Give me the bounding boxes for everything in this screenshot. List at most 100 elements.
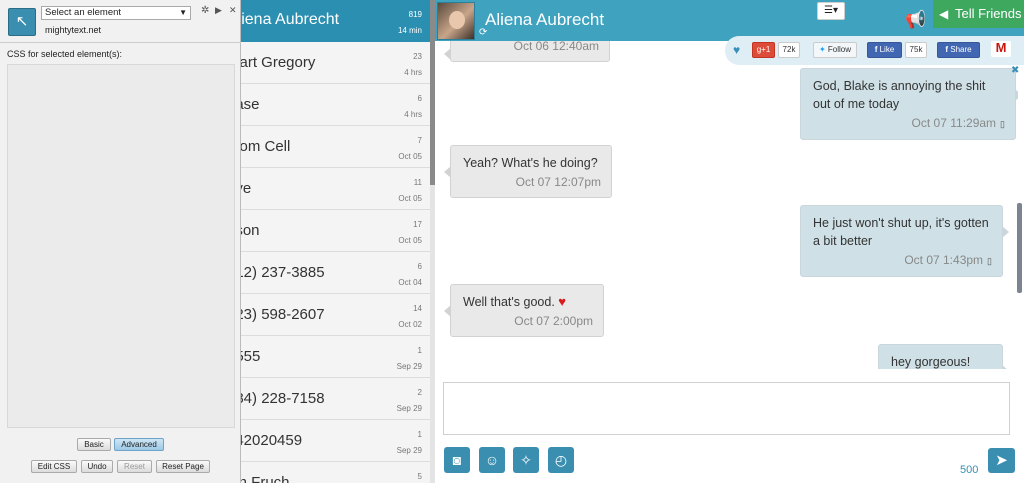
phone-icon: ▯	[1000, 119, 1005, 129]
facebook-share-button[interactable]: f Share	[937, 42, 980, 58]
send-button[interactable]: ➤	[988, 448, 1015, 473]
message-text: Well that's good.	[463, 295, 555, 309]
camera-icon[interactable]: ◙	[444, 447, 470, 473]
contact-count: 1	[417, 346, 422, 355]
heart-icon: ♥	[733, 43, 741, 57]
contact-time: Sep 29	[396, 446, 422, 455]
megaphone-icon: ◀	[939, 7, 949, 21]
message-input[interactable]	[443, 382, 1010, 435]
contact-time: Oct 02	[398, 320, 422, 329]
twitter-bird-icon: ✦	[818, 45, 826, 54]
gear-icon[interactable]: ✲	[201, 5, 209, 16]
selector-tool-icon[interactable]: ↖	[8, 8, 36, 36]
reset-page-button[interactable]: Reset Page	[156, 460, 210, 473]
contact-count: 6	[417, 94, 422, 103]
message-text: He just won't shut up, it's gotten a bit…	[813, 216, 989, 248]
magic-wand-icon[interactable]: ✧	[513, 447, 539, 473]
conversation-pane: Aliena Aubrecht ⟳ ☰▾ 📢 ◀ Tell Friends Oc…	[435, 0, 1024, 483]
gmail-icon[interactable]: M	[991, 41, 1011, 57]
contact-count: 2	[417, 388, 422, 397]
phone-icon: ▯	[987, 256, 992, 266]
contact-count: 7	[417, 136, 422, 145]
contact-count: 17	[413, 220, 422, 229]
contact-count: 6	[417, 262, 422, 271]
element-select-value: Select an element	[45, 7, 122, 18]
view-menu-button[interactable]: ☰▾	[817, 2, 845, 20]
sync-icon[interactable]: ⟳	[479, 27, 487, 38]
emoji-icon[interactable]: ☺	[479, 447, 505, 473]
messages-scrollbar[interactable]	[1017, 203, 1022, 293]
message-time: Oct 07 1:43pm	[904, 253, 984, 267]
contact-name: Aliena Aubrecht	[227, 11, 340, 28]
contact-time: 4 hrs	[404, 110, 422, 119]
contact-time: 14 min	[397, 26, 422, 35]
message-text: hey gorgeous!	[891, 355, 971, 369]
element-select[interactable]: Select an element ▼	[41, 6, 191, 20]
reset-button[interactable]: Reset	[117, 460, 152, 473]
message-list: Oct 06 12:40am God, Blake is annoying th…	[435, 41, 1018, 369]
contact-name: 012) 237-3885	[227, 264, 325, 281]
contact-count: 5	[417, 472, 422, 481]
message-time: Oct 07 2:00pm	[514, 314, 593, 328]
css-editor-textarea[interactable]	[7, 64, 235, 428]
chevron-right-icon[interactable]: ▶	[215, 5, 222, 16]
facebook-share-label: Share	[950, 45, 972, 54]
contact-time: Oct 05	[398, 194, 422, 203]
edit-css-button[interactable]: Edit CSS	[31, 460, 77, 473]
css-editor-panel: ↖ Select an element ▼ ✲ ▶ ✕ mightytext.n…	[0, 0, 241, 483]
tell-friends-button[interactable]: ◀ Tell Friends	[933, 0, 1024, 28]
share-bar: ♥ g+1 72k ✦ Follow f Like 75k f Share M	[725, 36, 1024, 65]
contact-count: 819	[408, 10, 422, 19]
contact-time: Oct 05	[398, 152, 422, 161]
contact-time: Oct 04	[398, 278, 422, 287]
twitter-follow-label: Follow	[827, 45, 852, 54]
message-bubble: hey gorgeous!	[878, 344, 1009, 369]
conversation-header: Aliena Aubrecht ⟳ ☰▾ 📢 ◀ Tell Friends	[435, 0, 1024, 41]
contact-name: 323) 598-2607	[227, 306, 325, 323]
close-icon[interactable]: ✕	[229, 5, 237, 16]
message-time: Oct 07 12:07pm	[515, 175, 601, 189]
contact-time: Sep 29	[396, 362, 422, 371]
message-bubble: Well that's good. ♥ Oct 07 2:00pm	[444, 284, 604, 337]
advanced-mode-button[interactable]: Advanced	[114, 438, 164, 451]
message-text: God, Blake is annoying the shit out of m…	[813, 79, 986, 111]
contact-count: 1	[417, 430, 422, 439]
message-time: Oct 07 11:29am	[911, 116, 997, 130]
conversation-title: Aliena Aubrecht	[485, 10, 605, 29]
avatar[interactable]	[437, 2, 475, 40]
contact-count: 11	[413, 178, 422, 187]
message-text: Yeah? What's he doing?	[463, 156, 598, 170]
google-plus-button[interactable]: g+1	[752, 42, 775, 58]
domain-label: mightytext.net	[45, 25, 102, 35]
contact-time: 4 hrs	[404, 68, 422, 77]
undo-button[interactable]: Undo	[81, 460, 113, 473]
message-bubble: God, Blake is annoying the shit out of m…	[800, 68, 1018, 140]
clock-icon[interactable]: ◴	[548, 447, 574, 473]
message-bubble: Oct 06 12:40am	[444, 41, 610, 62]
facebook-icon: f	[945, 45, 949, 54]
divider	[0, 42, 241, 43]
basic-mode-button[interactable]: Basic	[77, 438, 111, 451]
message-bubble: Yeah? What's he doing? Oct 07 12:07pm	[444, 145, 612, 198]
facebook-icon: f	[874, 45, 878, 54]
contact-count: 23	[413, 52, 422, 61]
contact-count: 14	[413, 304, 422, 313]
contact-name: 384) 228-7158	[227, 390, 325, 407]
character-count: 500	[960, 464, 979, 476]
close-icon[interactable]: ✖	[1011, 65, 1019, 76]
message-time-row: Oct 07 11:29am ▯	[813, 114, 1005, 133]
facebook-like-count: 75k	[905, 42, 927, 58]
facebook-like-button[interactable]: f Like	[867, 42, 902, 58]
avatar-face	[449, 11, 465, 29]
megaphone-icon[interactable]: 📢	[905, 10, 926, 30]
facebook-like-label: Like	[879, 45, 895, 54]
css-label: CSS for selected element(s):	[7, 49, 123, 59]
google-plus-count: 72k	[778, 42, 800, 58]
message-bubble: He just won't shut up, it's gotten a bit…	[800, 205, 1009, 277]
tell-friends-label: Tell Friends	[955, 6, 1022, 21]
contact-time: Sep 29	[396, 404, 422, 413]
contact-time: Oct 05	[398, 236, 422, 245]
twitter-follow-button[interactable]: ✦ Follow	[813, 42, 857, 58]
message-time: Oct 06 12:40am	[513, 41, 599, 53]
message-time-row: Oct 07 1:43pm ▯	[813, 251, 992, 270]
